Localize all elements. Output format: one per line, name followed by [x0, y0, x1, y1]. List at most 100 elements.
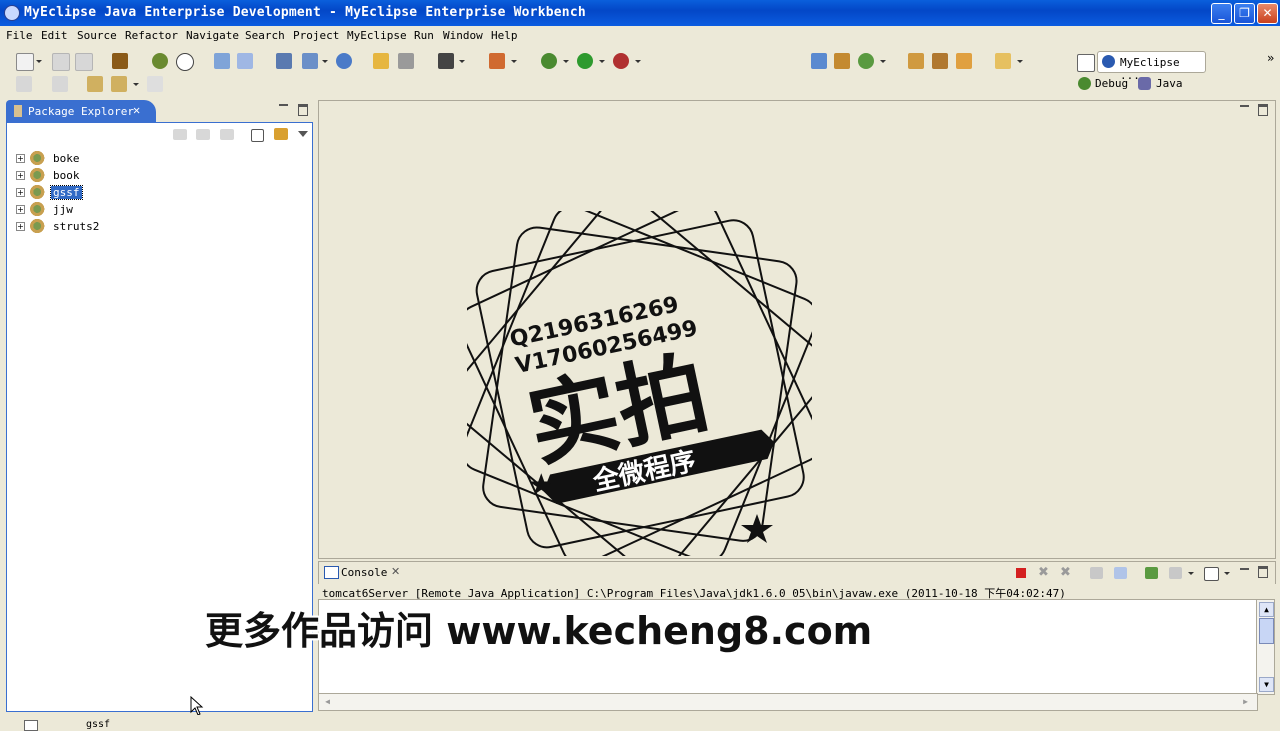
chevron-down-icon[interactable] [1017, 60, 1023, 63]
expand-icon[interactable]: + [16, 222, 25, 231]
chevron-down-icon[interactable] [563, 60, 569, 63]
menu-help[interactable]: Help [491, 29, 518, 42]
last-edit-icon[interactable] [87, 76, 103, 92]
maximize-view-icon[interactable] [298, 104, 308, 116]
database-icon[interactable] [276, 53, 292, 69]
menu-navigate[interactable]: Navigate [186, 29, 239, 42]
package-icon[interactable] [112, 53, 128, 69]
bug-icon[interactable] [152, 53, 168, 69]
chevron-down-icon[interactable] [36, 60, 42, 63]
remove-launch-icon[interactable]: ✖ [1038, 565, 1049, 580]
chevron-down-icon[interactable] [880, 60, 886, 63]
menu-myeclipse[interactable]: MyEclipse [347, 29, 407, 42]
minimize-view-icon[interactable] [279, 104, 288, 106]
console-tab[interactable]: Console [341, 566, 387, 579]
up-icon[interactable] [220, 129, 234, 140]
print-icon[interactable] [75, 53, 93, 71]
scroll-up-icon[interactable]: ▲ [1259, 602, 1274, 617]
back-icon[interactable] [111, 76, 127, 92]
minimize-view-icon[interactable] [1240, 568, 1249, 570]
menu-search[interactable]: Search [245, 29, 285, 42]
run-config-icon[interactable] [489, 53, 505, 69]
back-icon[interactable] [173, 129, 187, 140]
chevron-down-icon[interactable] [133, 83, 139, 86]
terminate-icon[interactable] [1016, 568, 1026, 578]
next-annotation-icon[interactable] [16, 76, 32, 92]
tasks-icon[interactable] [956, 53, 972, 69]
globe-icon[interactable] [336, 53, 352, 69]
vertical-scrollbar[interactable]: ▲ ▼ [1256, 599, 1275, 695]
new-ejb-icon[interactable] [834, 53, 850, 69]
pin-console-icon[interactable] [1145, 567, 1158, 579]
open-console-icon[interactable] [1204, 567, 1219, 581]
menu-window[interactable]: Window [443, 29, 483, 42]
scroll-left-icon[interactable]: ◀ [321, 695, 334, 708]
java-perspective-icon [1138, 77, 1151, 90]
menu-edit[interactable]: Edit [41, 29, 68, 42]
server-icon[interactable] [176, 53, 194, 71]
menu-source[interactable]: Source [77, 29, 117, 42]
new-icon[interactable] [16, 53, 34, 71]
minimize-button[interactable]: _ [1211, 3, 1232, 24]
chevron-down-icon[interactable] [511, 60, 517, 63]
scroll-down-icon[interactable]: ▼ [1259, 677, 1274, 692]
minimize-editor-icon[interactable] [1240, 105, 1249, 107]
menu-refactor[interactable]: Refactor [125, 29, 178, 42]
maximize-editor-icon[interactable] [1258, 104, 1268, 116]
external-tools-icon[interactable] [613, 53, 629, 69]
run-icon[interactable] [577, 53, 593, 69]
perspective-debug[interactable]: Debug [1095, 77, 1128, 90]
debug-icon[interactable] [541, 53, 557, 69]
deploy-icon[interactable] [214, 53, 230, 69]
link-editor-icon[interactable] [274, 128, 288, 140]
watermark-text: 更多作品访问 www.kecheng8.com [205, 609, 873, 653]
explorer-icon[interactable] [302, 53, 318, 69]
fast-view-icon[interactable] [24, 720, 38, 731]
chevron-down-icon[interactable] [599, 60, 605, 63]
menu-file[interactable]: File [6, 29, 33, 42]
chevron-down-icon[interactable] [1224, 572, 1230, 575]
scroll-right-icon[interactable]: ▶ [1239, 695, 1252, 708]
new-web-project-icon[interactable] [811, 53, 827, 69]
expand-icon[interactable]: + [16, 171, 25, 180]
display-console-icon[interactable] [1169, 567, 1182, 579]
open-icon[interactable] [908, 53, 924, 69]
remove-all-icon[interactable]: ✖ [1060, 565, 1071, 580]
open-type-icon[interactable] [398, 53, 414, 69]
scroll-lock-icon[interactable] [1114, 567, 1127, 579]
expand-icon[interactable]: + [16, 188, 25, 197]
expand-icon[interactable]: + [16, 205, 25, 214]
chevron-down-icon[interactable] [635, 60, 641, 63]
horizontal-scrollbar[interactable]: ◀ ▶ [318, 693, 1258, 711]
chevron-down-icon[interactable] [459, 60, 465, 63]
close-icon[interactable]: ✕ [133, 103, 140, 117]
view-menu-icon[interactable] [298, 131, 308, 137]
maximize-view-icon[interactable] [1258, 566, 1268, 578]
expand-icon[interactable]: + [16, 154, 25, 163]
folder-icon[interactable] [995, 53, 1011, 69]
search-icon[interactable] [237, 53, 253, 69]
forward-icon[interactable] [147, 76, 163, 92]
more-chevron-icon[interactable]: » [1267, 51, 1274, 65]
refresh-icon[interactable] [858, 53, 874, 69]
menu-run[interactable]: Run [414, 29, 434, 42]
forward-icon[interactable] [196, 129, 210, 140]
perspective-myeclipse[interactable]: MyEclipse ... [1097, 51, 1206, 82]
clear-console-icon[interactable] [1090, 567, 1103, 579]
save-icon[interactable] [52, 53, 70, 71]
open-folder-icon[interactable] [373, 53, 389, 69]
package-explorer-tab[interactable]: Package Explorer ✕ [6, 100, 156, 122]
chevron-down-icon[interactable] [1188, 572, 1194, 575]
close-icon[interactable]: ✕ [391, 565, 400, 578]
open-perspective-icon[interactable] [1077, 54, 1095, 72]
close-button[interactable]: ✕ [1257, 3, 1278, 24]
perspective-java[interactable]: Java [1156, 77, 1183, 90]
edit-icon[interactable] [932, 53, 948, 69]
restore-button[interactable]: ❐ [1234, 3, 1255, 24]
menu-project[interactable]: Project [293, 29, 339, 42]
previous-annotation-icon[interactable] [52, 76, 68, 92]
collapse-all-icon[interactable] [251, 129, 264, 142]
chevron-down-icon[interactable] [322, 60, 328, 63]
camera-icon[interactable] [438, 53, 454, 69]
scroll-thumb[interactable] [1259, 618, 1274, 644]
